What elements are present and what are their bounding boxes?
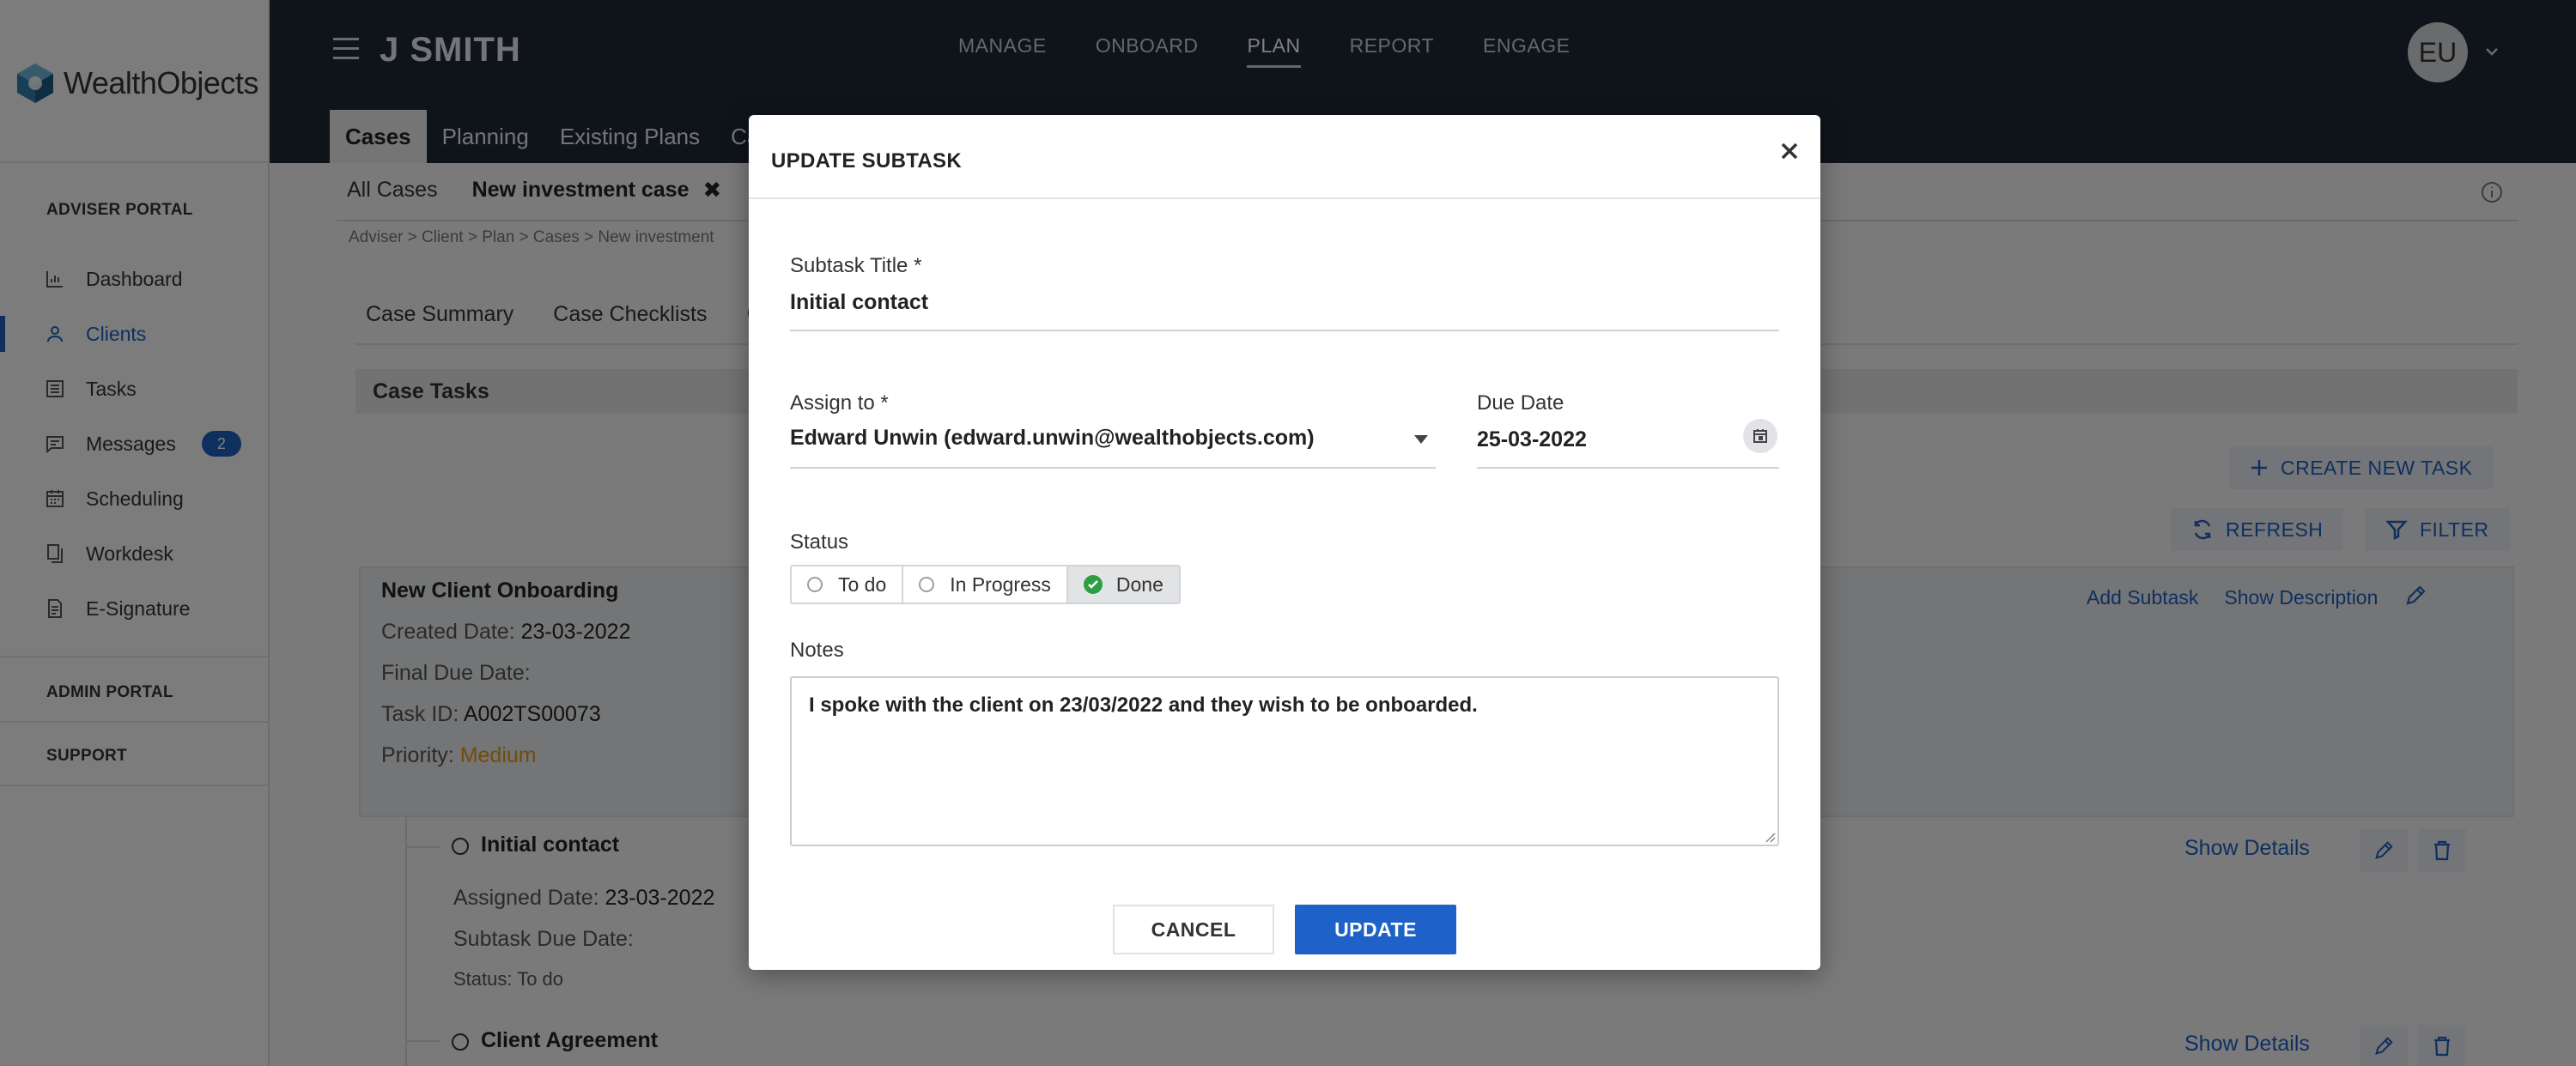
dialog-header: UPDATE SUBTASK: [749, 115, 1820, 199]
input-underline: [790, 330, 1779, 331]
calendar-picker-button[interactable]: [1743, 419, 1777, 453]
status-option-to-do[interactable]: To do: [792, 566, 904, 603]
subtask-title-label: Subtask Title *: [790, 254, 922, 277]
close-icon: [1781, 142, 1798, 160]
calendar-icon: [1753, 429, 1767, 443]
notes-label: Notes: [790, 639, 844, 662]
dialog-title: UPDATE SUBTASK: [771, 149, 962, 173]
dropdown-arrow-icon[interactable]: [1413, 434, 1429, 445]
subtask-title-input[interactable]: Initial contact: [790, 290, 928, 315]
status-option-in-progress[interactable]: In Progress: [903, 566, 1068, 603]
input-underline: [1477, 467, 1779, 469]
resize-handle-icon[interactable]: [1764, 831, 1776, 843]
due-date-input[interactable]: 25-03-2022: [1477, 427, 1587, 452]
update-button[interactable]: UPDATE: [1295, 905, 1456, 954]
cancel-button[interactable]: CANCEL: [1113, 905, 1274, 954]
due-date-label: Due Date: [1477, 391, 1564, 415]
close-dialog-button[interactable]: [1774, 136, 1805, 167]
assign-to-select[interactable]: Edward Unwin (edward.unwin@wealthobjects…: [790, 426, 1315, 451]
notes-textarea[interactable]: I spoke with the client on 23/03/2022 an…: [790, 676, 1779, 846]
check-circle-icon: [1083, 575, 1103, 594]
input-underline: [790, 467, 1436, 469]
status-toggle-group: To do In Progress Done: [790, 565, 1181, 604]
assign-to-label: Assign to *: [790, 391, 889, 415]
radio-icon: [919, 577, 935, 592]
radio-icon: [807, 577, 823, 592]
status-option-done[interactable]: Done: [1067, 566, 1179, 603]
status-label: Status: [790, 530, 849, 554]
update-subtask-dialog: UPDATE SUBTASK Subtask Title * Initial c…: [749, 115, 1820, 970]
